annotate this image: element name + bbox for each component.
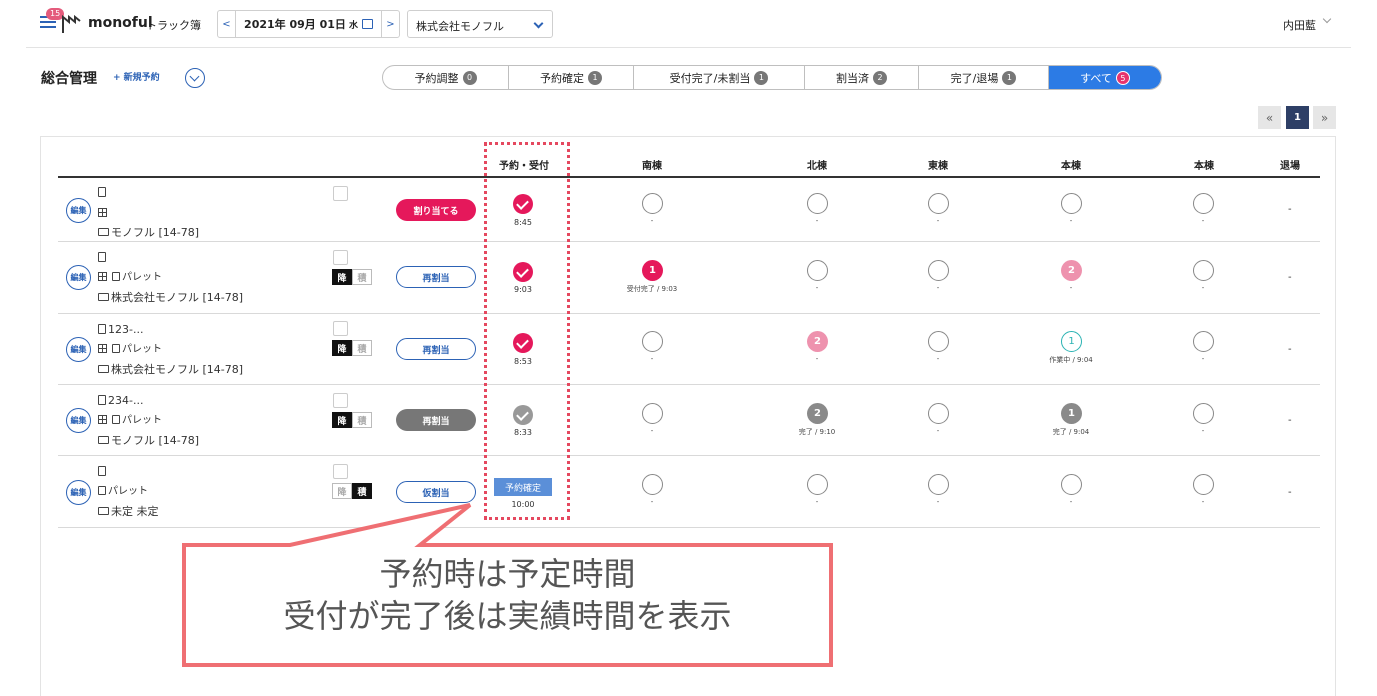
callout-line-2: 受付が完了後は実績時間を表示 — [283, 597, 732, 635]
callout-line-1: 予約時は予定時間 — [379, 555, 636, 593]
callout-text: 予約時は予定時間 受付が完了後は実績時間を表示 — [185, 553, 830, 637]
